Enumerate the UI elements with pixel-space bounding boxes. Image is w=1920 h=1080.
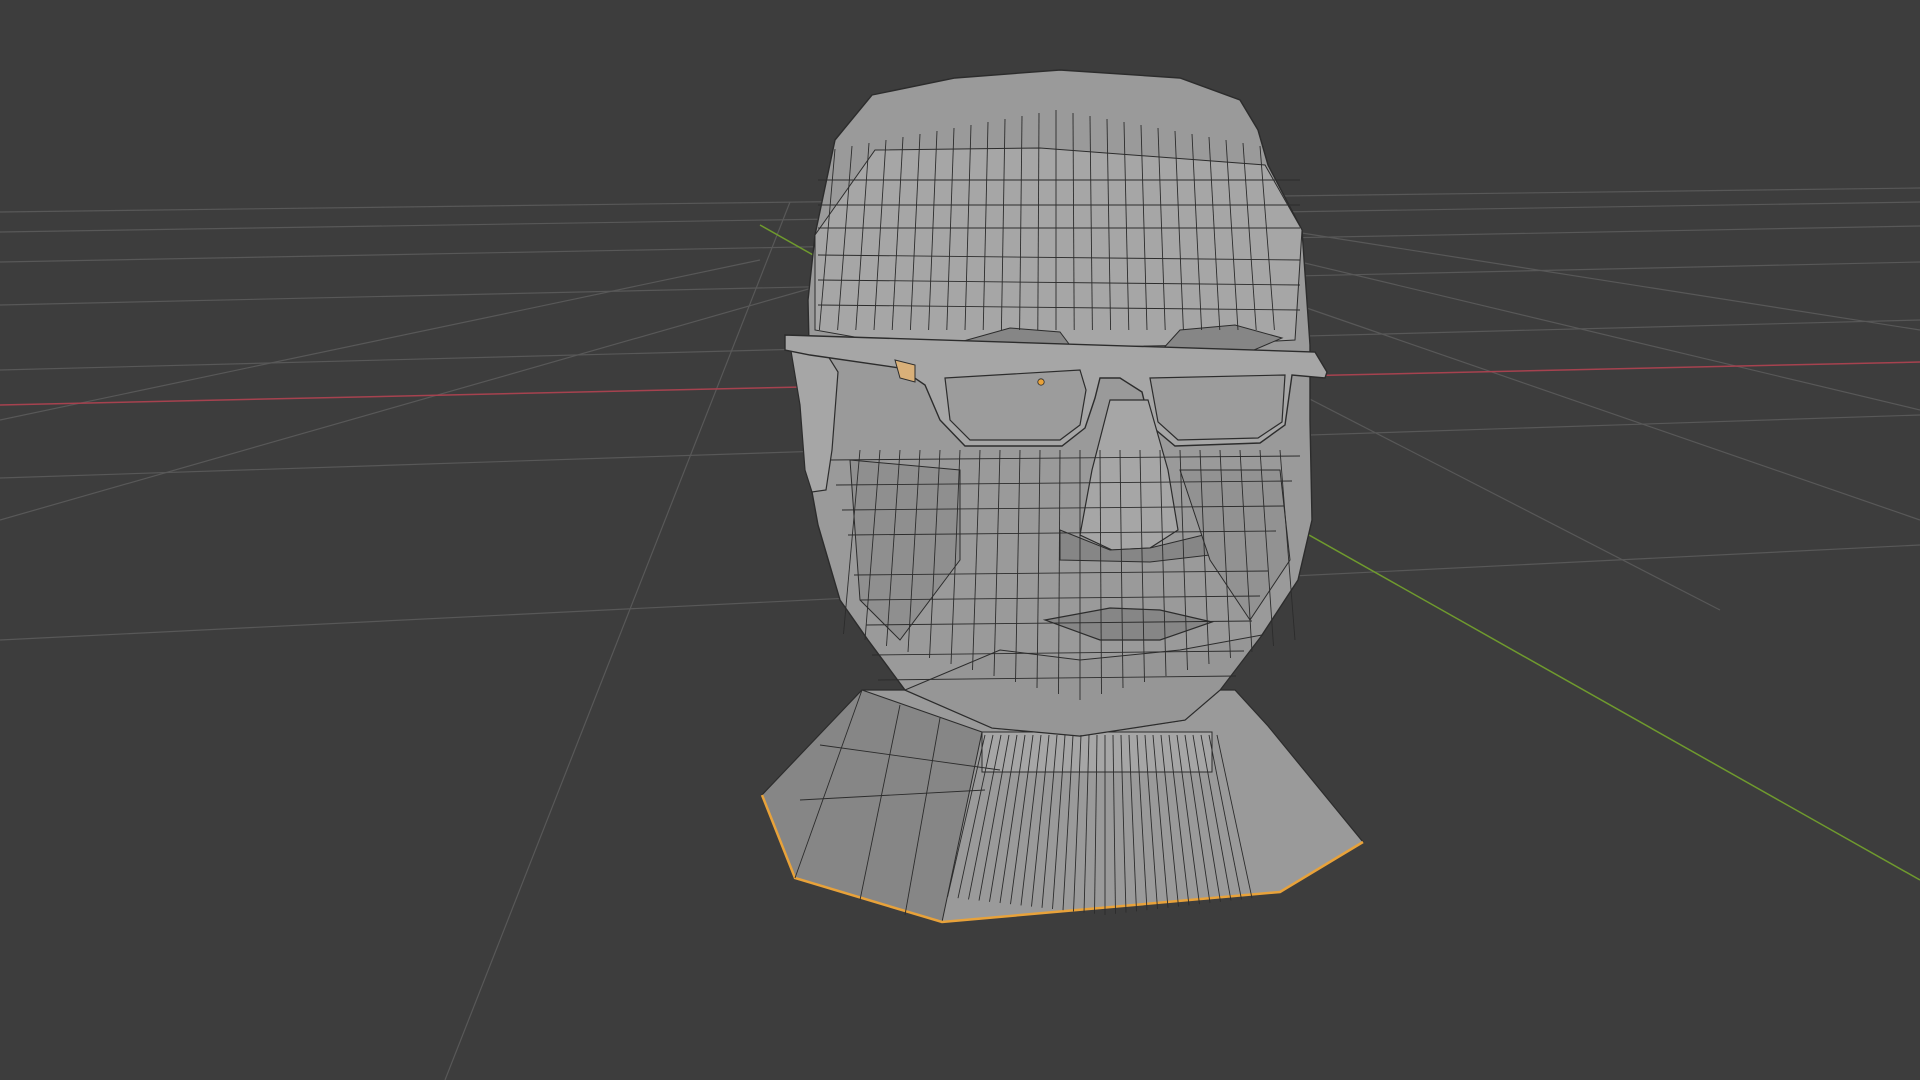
lens-left: [944, 369, 1087, 441]
lens-right: [1149, 374, 1286, 441]
forehead-panel: [814, 147, 1303, 349]
3d-viewport[interactable]: [0, 0, 1920, 1080]
viewport-canvas[interactable]: [0, 0, 1920, 1080]
head-mesh-object[interactable]: [760, 69, 1364, 924]
object-origin-marker: [1037, 378, 1045, 386]
